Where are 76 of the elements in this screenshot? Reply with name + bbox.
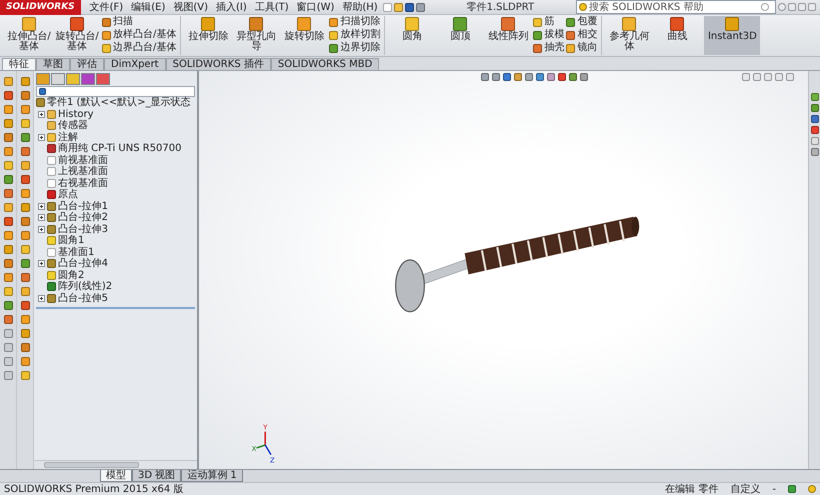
status-text: - <box>772 484 776 494</box>
ribbon-button[interactable]: 放样凸台/基体 <box>102 29 176 41</box>
ribbon-button[interactable]: 圆角 <box>389 16 436 43</box>
tree-item[interactable]: 凸台-拉伸3 <box>58 224 108 235</box>
ribbon-tab[interactable]: 特征 <box>2 58 36 70</box>
ribbon-tab[interactable]: SOLIDWORKS MBD <box>270 58 380 70</box>
ribbon-button[interactable]: 拉伸切除 <box>185 16 232 43</box>
ribbon-button[interactable]: 边界切除 <box>329 42 380 54</box>
menu-item[interactable]: 编辑(E) <box>128 0 168 14</box>
expand-toggle[interactable] <box>38 226 45 233</box>
panel-tab-icon[interactable] <box>51 73 65 85</box>
tree-item[interactable]: 零件1 (默认<<默认>_显示状态 <box>47 97 191 108</box>
ribbon-button[interactable]: 镜向 <box>566 42 598 54</box>
ribbon-button[interactable]: 圆顶 <box>437 16 484 43</box>
menu-item[interactable]: 帮助(H) <box>339 0 381 14</box>
ribbon-button[interactable]: 扫描切除 <box>329 16 380 28</box>
ribbon-button[interactable]: 异型孔向导 <box>233 16 280 53</box>
tree-item[interactable]: 凸台-拉伸5 <box>58 292 108 304</box>
expand-toggle[interactable] <box>38 202 45 210</box>
tree-item[interactable]: 基准面1 <box>58 246 94 258</box>
tree-item[interactable]: 上视基准面 <box>58 166 108 178</box>
ribbon-button[interactable]: 放样切割 <box>329 29 380 41</box>
menu-item[interactable]: 窗口(W) <box>294 0 338 14</box>
ribbon-button[interactable]: 曲线 <box>654 16 700 43</box>
tree-item[interactable]: 商用纯 CP-Ti UNS R50700 <box>58 143 182 154</box>
tree-item[interactable]: 前视基准面 <box>58 154 108 166</box>
tree-item[interactable]: 凸台-拉伸1 <box>58 200 108 212</box>
model-tab[interactable]: 3D 视图 <box>132 470 182 482</box>
ribbon-tab[interactable]: DimXpert <box>104 58 166 70</box>
tree-item[interactable]: 右视基准面 <box>58 178 108 189</box>
ribbon-button[interactable]: 拉伸凸台/基体 <box>6 16 52 53</box>
expand-toggle[interactable] <box>38 294 45 302</box>
tree-item[interactable]: 注解 <box>58 132 78 143</box>
ribbon-button[interactable]: 边界凸台/基体 <box>102 42 176 54</box>
status-icon <box>788 485 796 493</box>
ribbon-button[interactable]: 抽壳 <box>533 42 564 54</box>
search-field[interactable]: 搜索 SOLIDWORKS 帮助 <box>576 0 776 14</box>
expand-toggle[interactable] <box>38 134 45 141</box>
tree-item[interactable]: History <box>58 108 94 120</box>
expand-toggle[interactable] <box>38 214 45 222</box>
ribbon-button[interactable]: 旋转凸台/基体 <box>54 16 100 53</box>
ribbon-button[interactable]: 包覆 <box>566 16 598 28</box>
ribbon-button[interactable]: 线性阵列 <box>485 16 532 43</box>
panel-tab-icon[interactable] <box>66 73 80 85</box>
tree-item[interactable]: 传感器 <box>58 120 88 132</box>
ribbon-button[interactable]: 旋转切除 <box>281 16 328 43</box>
menu-item[interactable]: 视图(V) <box>170 0 211 14</box>
menu-item[interactable]: 插入(I) <box>213 0 250 14</box>
window-title: 零件1.SLDPRT <box>466 1 536 14</box>
ribbon-tab[interactable]: 评估 <box>70 58 104 70</box>
menu-item[interactable]: 工具(T) <box>252 0 292 14</box>
tree-item[interactable]: 凸台-拉伸4 <box>58 258 108 270</box>
ribbon-button[interactable]: 相交 <box>566 29 598 41</box>
units-label[interactable]: 自定义 <box>730 482 760 495</box>
tree-item[interactable]: 阵列(线性)2 <box>58 281 112 292</box>
tree-item[interactable]: 圆角2 <box>58 270 84 281</box>
filter-field[interactable] <box>36 86 195 97</box>
tree-item[interactable]: 凸台-拉伸2 <box>58 212 108 224</box>
expand-toggle[interactable] <box>38 110 45 118</box>
ribbon-button[interactable]: 拔模 <box>533 29 564 41</box>
app-logo: SOLIDWORKS <box>0 0 81 14</box>
model-tab[interactable]: 模型 <box>100 470 132 482</box>
ribbon-tab[interactable]: SOLIDWORKS 插件 <box>166 58 271 70</box>
tree-item[interactable]: 圆角1 <box>58 235 84 246</box>
ribbon-tab[interactable]: 草图 <box>36 58 70 70</box>
scrollbar[interactable] <box>34 460 197 469</box>
status-icon <box>808 485 816 493</box>
ribbon-button[interactable]: 扫描 <box>102 16 176 28</box>
status-text: SOLIDWORKS Premium 2015 x64 版 <box>4 483 184 495</box>
expand-toggle[interactable] <box>38 260 45 268</box>
status-text: 在编辑 零件 <box>665 482 718 495</box>
model-tab[interactable]: 运动算例 1 <box>181 470 243 482</box>
ribbon-button[interactable]: 筋 <box>533 16 564 28</box>
tree-item[interactable]: 原点 <box>58 189 78 200</box>
ribbon-button[interactable]: 参考几何体 <box>606 16 652 53</box>
menu-item[interactable]: 文件(F) <box>86 0 126 14</box>
